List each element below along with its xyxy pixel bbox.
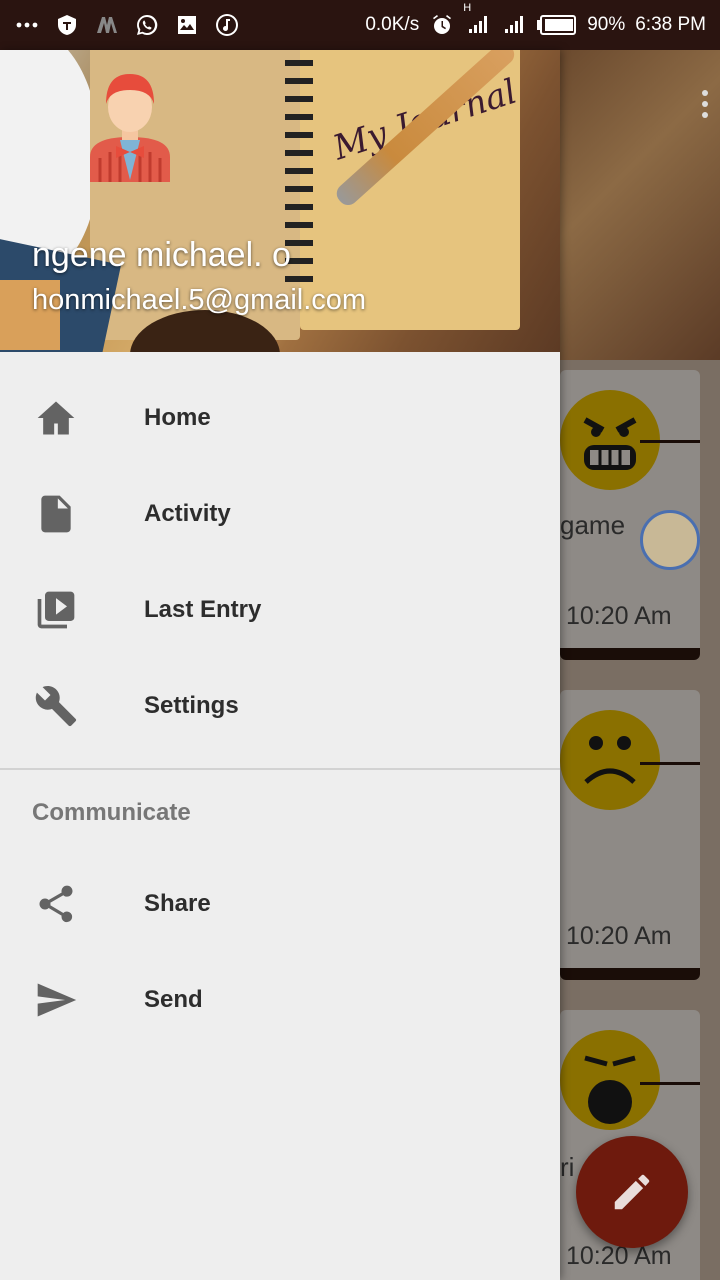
menu-item-home[interactable]: Home [0,370,560,466]
menu-item-label: Activity [144,500,231,527]
card-time: 10:20 Am [566,922,672,950]
user-email: honmichael.5@gmail.com [32,284,367,316]
network-type-label: H [463,2,472,14]
user-name: ngene michael. o [32,236,291,274]
menu-item-label: Last Entry [144,596,262,623]
description-icon [34,492,78,536]
wrench-icon [34,684,78,728]
menu-item-settings[interactable]: Settings [0,658,560,754]
background-header-image [560,50,720,360]
home-icon [34,396,78,440]
battery-icon [537,12,577,38]
card-text: game [560,510,626,540]
avatar[interactable] [80,62,180,182]
menu-item-label: Send [144,986,203,1013]
status-bar: 0.0K/s H 90% 6:38 PM [0,0,720,50]
m-app-icon [94,12,120,38]
signal-icon [501,12,527,38]
clock: 6:38 PM [635,14,706,35]
music-icon [214,12,240,38]
background-app: game 10:20 Am 10:20 Am ri 10:20 Am [560,50,720,1280]
new-entry-fab[interactable] [576,1136,688,1248]
menu-item-send[interactable]: Send [0,952,560,1048]
journal-card[interactable]: game 10:20 Am [560,370,700,660]
drawer-menu: Home Activity Last Entry Settings Commun… [0,370,560,1048]
menu-item-label: Share [144,890,211,917]
alarm-icon [429,12,455,38]
shocked-emoji-icon [560,1030,660,1130]
menu-item-share[interactable]: Share [0,856,560,952]
video-library-icon [34,588,78,632]
battery-percent: 90% [587,14,626,35]
whatsapp-icon [134,12,160,38]
sad-emoji-icon [560,710,660,810]
section-title: Communicate [32,799,191,826]
shield-app-icon [54,12,80,38]
network-speed: 0.0K/s [365,14,420,35]
signal-icon [465,12,491,38]
card-text: ri [560,1152,575,1182]
share-icon [34,882,78,926]
card-time: 10:20 Am [566,602,672,630]
journal-card[interactable]: 10:20 Am [560,690,700,980]
more-icon [14,12,40,38]
navigation-drawer: My Journal ngene michael. o honmichael.5… [0,50,560,1280]
menu-item-label: Home [144,404,211,431]
menu-item-label: Settings [144,692,239,719]
edit-icon [614,1174,650,1210]
drawer-header: My Journal ngene michael. o honmichael.5… [0,50,560,352]
card-thumbnail [640,510,700,570]
menu-item-activity[interactable]: Activity [0,466,560,562]
send-icon [34,978,78,1022]
overflow-menu-icon[interactable] [702,90,708,118]
gallery-icon [174,12,200,38]
menu-item-last-entry[interactable]: Last Entry [0,562,560,658]
